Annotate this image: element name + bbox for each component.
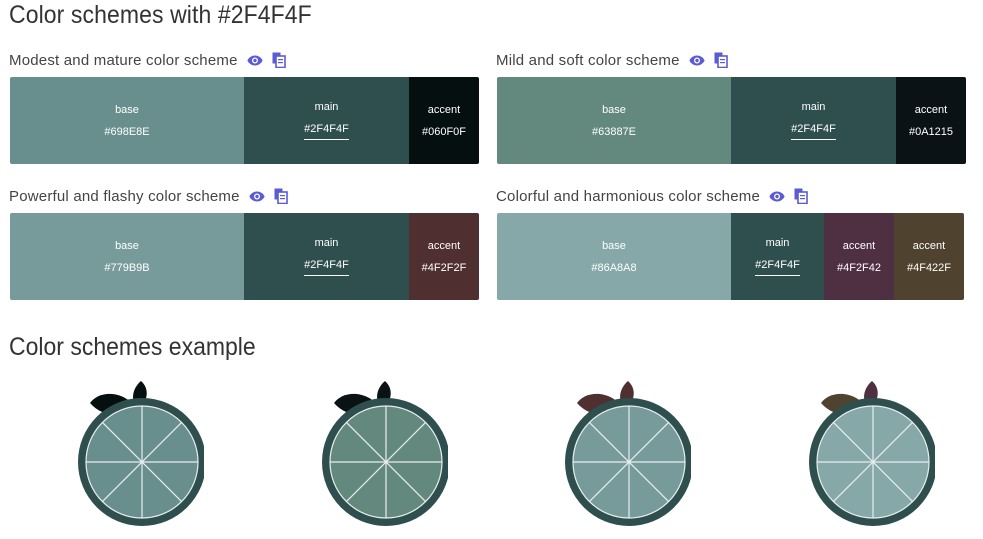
segment-lines [86, 406, 198, 518]
palette: base #779B9B main #2F4F4F accent #4F2F2F [10, 213, 479, 300]
citrus-example-3 [565, 381, 691, 526]
swatch-accent[interactable]: accent #4F2F2F [409, 213, 479, 300]
citrus-example-4 [809, 381, 935, 526]
swatch-base[interactable]: base #86A8A8 [497, 213, 731, 300]
swatch-label: accent [912, 239, 946, 252]
swatch-accent[interactable]: accent #0A1215 [896, 77, 966, 164]
swatch-label: main [765, 237, 790, 249]
swatch-label: main [801, 101, 826, 113]
scheme-mild: Mild and soft color scheme base #63887E … [496, 50, 966, 164]
copy-icon[interactable] [272, 187, 290, 205]
swatch-accent[interactable]: accent #060F0F [409, 77, 479, 164]
swatch-main[interactable]: main #2F4F4F [731, 213, 824, 300]
palette: base #63887E main #2F4F4F accent #0A1215 [497, 77, 966, 164]
swatch-hex: #2F4F4F [791, 123, 836, 140]
swatch-hex: #4F2F42 [836, 261, 882, 274]
scheme-title: Modest and mature color scheme [9, 50, 479, 70]
swatch-label: accent [914, 103, 948, 116]
swatch-label: base [115, 103, 139, 116]
scheme-title: Colorful and harmonious color scheme [496, 186, 966, 206]
segment-lines [817, 406, 929, 518]
citrus-example-1 [78, 381, 204, 526]
swatch-label: main [314, 101, 339, 113]
eye-icon[interactable] [688, 51, 706, 69]
copy-icon[interactable] [270, 51, 288, 69]
swatch-main[interactable]: main #2F4F4F [731, 77, 896, 164]
scheme-title-text: Mild and soft color scheme [496, 51, 680, 69]
swatch-label: base [602, 239, 626, 252]
copy-icon[interactable] [792, 187, 810, 205]
citrus-example-2 [322, 381, 448, 526]
swatch-label: accent [427, 239, 461, 252]
swatch-hex: #63887E [591, 125, 637, 138]
scheme-title: Powerful and flashy color scheme [9, 186, 479, 206]
swatch-label: accent [427, 103, 461, 116]
palette: base #86A8A8 main #2F4F4F accent #4F2F42… [497, 213, 964, 300]
swatch-label: accent [842, 239, 876, 252]
swatch-label: base [115, 239, 139, 252]
scheme-title-text: Colorful and harmonious color scheme [496, 187, 760, 205]
swatch-main[interactable]: main #2F4F4F [244, 213, 409, 300]
segment-lines [573, 406, 685, 518]
swatch-main[interactable]: main #2F4F4F [244, 77, 409, 164]
swatch-hex: #2F4F4F [304, 259, 349, 276]
eye-icon[interactable] [248, 187, 266, 205]
swatch-hex: #86A8A8 [591, 261, 637, 274]
page-title: Color schemes with #2F4F4F [9, 1, 312, 29]
scheme-powerful: Powerful and flashy color scheme base #7… [9, 186, 479, 300]
swatch-hex: #0A1215 [908, 125, 954, 138]
scheme-title: Mild and soft color scheme [496, 50, 966, 70]
swatch-accent-2[interactable]: accent #4F422F [894, 213, 964, 300]
swatch-base[interactable]: base #779B9B [10, 213, 244, 300]
swatch-hex: #4F422F [906, 261, 952, 274]
eye-icon[interactable] [246, 51, 264, 69]
swatch-hex: #2F4F4F [755, 259, 800, 276]
scheme-modest: Modest and mature color scheme base #698… [9, 50, 479, 164]
eye-icon[interactable] [768, 187, 786, 205]
swatch-hex: #4F2F2F [421, 261, 467, 274]
scheme-title-text: Modest and mature color scheme [9, 51, 238, 69]
swatch-base[interactable]: base #63887E [497, 77, 731, 164]
segment-lines [330, 406, 442, 518]
scheme-title-text: Powerful and flashy color scheme [9, 187, 240, 205]
scheme-colorful: Colorful and harmonious color scheme bas… [496, 186, 966, 300]
palette: base #698E8E main #2F4F4F accent #060F0F [10, 77, 479, 164]
swatch-hex: #060F0F [421, 125, 467, 138]
swatch-label: base [602, 103, 626, 116]
swatch-hex: #2F4F4F [304, 123, 349, 140]
swatch-base[interactable]: base #698E8E [10, 77, 244, 164]
swatch-accent[interactable]: accent #4F2F42 [824, 213, 894, 300]
examples-title: Color schemes example [9, 333, 256, 361]
swatch-hex: #698E8E [104, 125, 150, 138]
copy-icon[interactable] [712, 51, 730, 69]
swatch-hex: #779B9B [104, 261, 150, 274]
swatch-label: main [314, 237, 339, 249]
